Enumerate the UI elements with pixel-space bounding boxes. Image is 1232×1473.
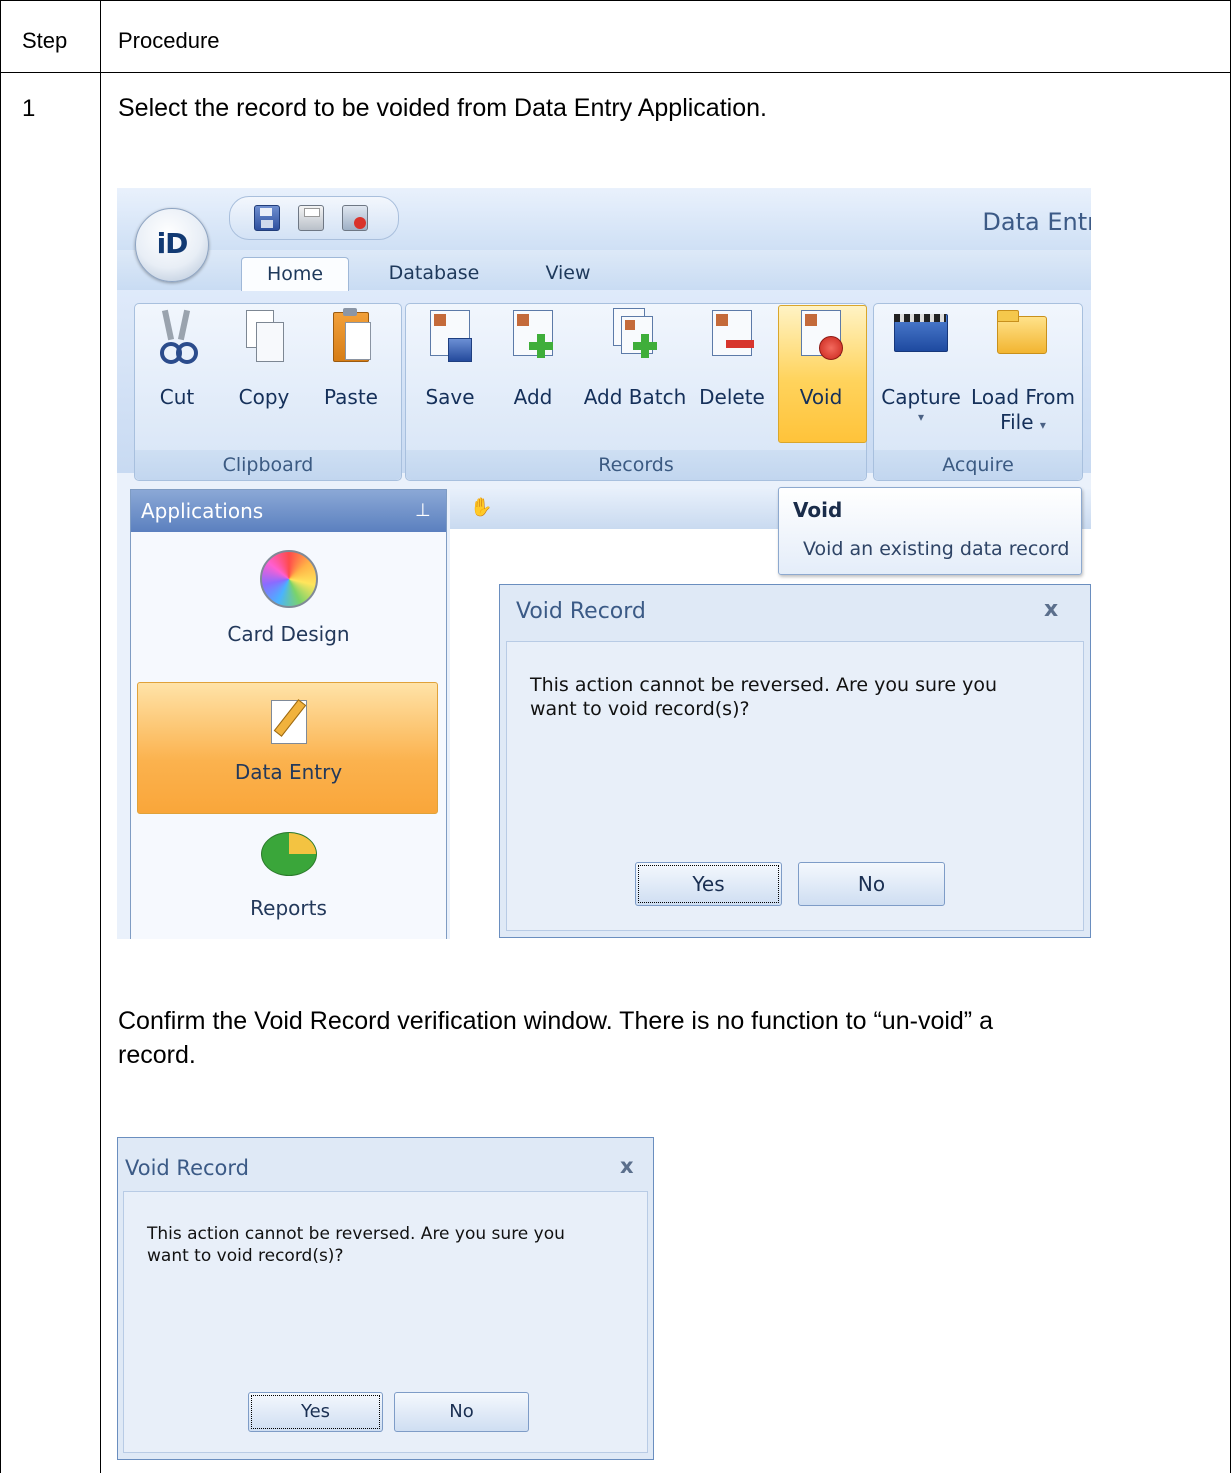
folder-icon <box>995 308 1051 362</box>
capture-button[interactable]: Capture ▾ <box>879 308 963 424</box>
void-record-dialog-standalone: Void Record x This action cannot be reve… <box>117 1137 654 1460</box>
applications-panel-title: Applications <box>141 499 264 523</box>
sidebar-item-card-design-label: Card Design <box>227 622 350 646</box>
delete-record-icon <box>710 308 754 362</box>
applications-panel-header: Applications ⊥ <box>131 490 446 532</box>
void-icon <box>799 308 843 362</box>
table-header-divider <box>0 72 1231 73</box>
standalone-message-line2: want to void record(s)? <box>147 1246 344 1266</box>
void-record-message-line2: want to void record(s)? <box>530 698 750 720</box>
capture-label: Capture <box>881 385 961 409</box>
add-record-button[interactable]: Add <box>504 308 562 410</box>
standalone-close-icon[interactable]: x <box>620 1154 634 1178</box>
notepad-pencil-icon <box>267 696 311 744</box>
copy-label: Copy <box>238 385 290 409</box>
load-from-file-label: Load From <box>971 385 1075 409</box>
add-record-label: Add <box>513 385 553 409</box>
sidebar-item-data-entry-label: Data Entry <box>234 760 343 784</box>
app-title: Data Entr <box>982 208 1091 236</box>
paste-icon <box>329 308 373 362</box>
sidebar-item-card-design[interactable]: Card Design <box>131 550 446 646</box>
load-from-file-label-2: File ▾ <box>1000 410 1046 434</box>
cut-button[interactable]: Cut <box>147 308 207 410</box>
load-from-file-dropdown-arrow[interactable]: ▾ <box>1040 418 1046 432</box>
void-label: Void <box>799 385 843 409</box>
instruction-select-record: Select the record to be voided from Data… <box>118 94 767 122</box>
void-record-dialog-title: Void Record <box>516 599 646 624</box>
clipboard-group-label: Clipboard <box>135 450 401 480</box>
yes-button[interactable]: Yes <box>635 862 782 906</box>
add-batch-icon <box>613 308 657 362</box>
quick-access-toolbar <box>229 196 399 240</box>
standalone-no-button[interactable]: No <box>394 1392 529 1432</box>
void-qat-icon[interactable] <box>342 205 368 231</box>
standalone-dialog-body: This action cannot be reversed. Are you … <box>123 1191 648 1453</box>
applications-panel: Applications ⊥ Card Design Data Entry Re… <box>130 489 447 939</box>
tab-database[interactable]: Database <box>379 257 489 290</box>
capture-icon <box>894 308 948 362</box>
scissors-icon <box>155 308 199 364</box>
pin-icon[interactable]: ⊥ <box>415 490 431 532</box>
table-border-right <box>1230 0 1231 1473</box>
step-number: 1 <box>22 95 36 122</box>
save-icon[interactable] <box>254 205 280 231</box>
no-button[interactable]: No <box>798 862 945 906</box>
save-record-icon <box>428 308 472 362</box>
save-record-label: Save <box>425 385 475 409</box>
void-tooltip: Void Void an existing data record <box>778 487 1082 575</box>
standalone-dialog-title: Void Record <box>125 1156 249 1180</box>
header-procedure: Procedure <box>118 28 220 53</box>
void-tooltip-description: Void an existing data record <box>803 538 1070 560</box>
add-record-icon <box>511 308 555 362</box>
pie-chart-icon <box>260 832 317 876</box>
color-wheel-icon <box>259 550 318 608</box>
acquire-group-label: Acquire <box>874 450 1082 480</box>
cut-label: Cut <box>159 385 195 409</box>
paste-button[interactable]: Paste <box>315 308 387 410</box>
paste-label: Paste <box>324 385 378 409</box>
sidebar-item-data-entry[interactable]: Data Entry <box>131 696 446 784</box>
app-screenshot: iD Data Entr Home Database View Clipboar… <box>117 188 1091 939</box>
void-button[interactable]: Void <box>785 308 857 410</box>
app-logo-button[interactable]: iD <box>135 208 209 282</box>
table-border-left <box>0 0 1 1473</box>
tab-home[interactable]: Home <box>241 257 349 291</box>
void-tooltip-title: Void <box>793 498 843 522</box>
add-batch-button[interactable]: Add Batch <box>583 308 687 410</box>
print-icon[interactable] <box>298 205 324 231</box>
tab-view[interactable]: View <box>537 257 599 290</box>
save-record-button[interactable]: Save <box>418 308 482 410</box>
hand-icon: ✋ <box>470 497 493 518</box>
app-logo-text: iD <box>156 227 189 260</box>
delete-record-button[interactable]: Delete <box>697 308 767 410</box>
standalone-message-line1: This action cannot be reversed. Are you … <box>147 1224 565 1244</box>
standalone-yes-button[interactable]: Yes <box>248 1392 383 1432</box>
load-from-file-button[interactable]: Load From File ▾ <box>969 308 1077 437</box>
sidebar-item-reports[interactable]: Reports <box>131 832 446 920</box>
table-column-divider <box>100 0 101 1473</box>
records-group-label: Records <box>406 450 866 480</box>
copy-icon <box>242 308 286 362</box>
delete-record-label: Delete <box>699 385 765 409</box>
void-record-dialog-body: This action cannot be reversed. Are you … <box>506 641 1084 931</box>
instruction-confirm-line2: record. <box>118 1041 196 1069</box>
close-icon[interactable]: x <box>1044 597 1058 622</box>
header-step: Step <box>22 28 68 53</box>
copy-button[interactable]: Copy <box>228 308 300 410</box>
void-record-message-line1: This action cannot be reversed. Are you … <box>530 674 998 696</box>
sidebar-item-reports-label: Reports <box>250 896 327 920</box>
instruction-confirm-line1: Confirm the Void Record verification win… <box>118 1007 993 1035</box>
void-record-dialog: Void Record x This action cannot be reve… <box>499 584 1091 938</box>
table-border-top <box>0 0 1231 1</box>
capture-dropdown-arrow[interactable]: ▾ <box>879 410 963 424</box>
add-batch-label: Add Batch <box>583 385 687 409</box>
